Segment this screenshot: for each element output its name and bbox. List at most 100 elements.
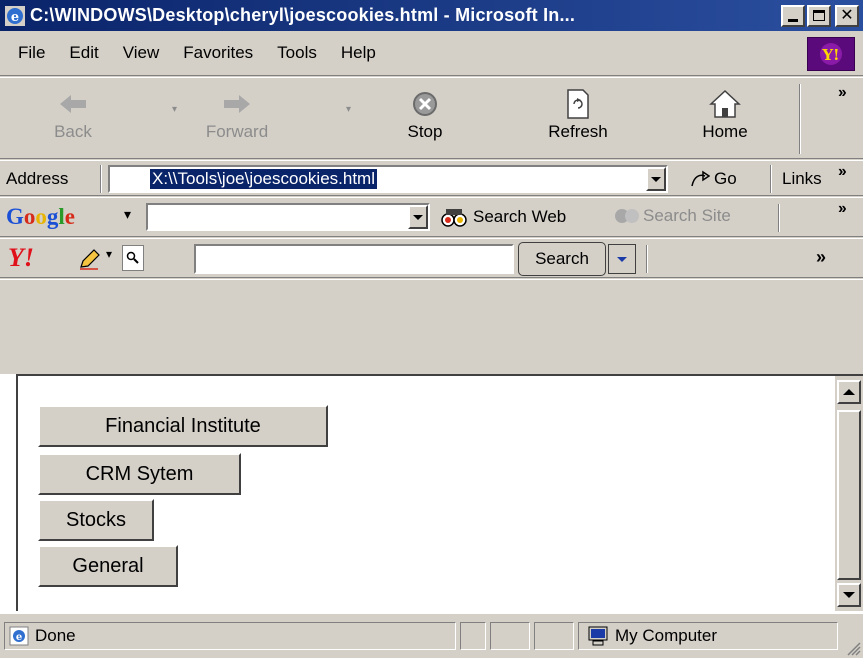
search-web-label: Search Web (473, 207, 567, 226)
menu-file[interactable]: File (18, 43, 45, 63)
yahoo-toolbar: Y! ▾ Search » (0, 238, 863, 278)
close-button[interactable]: ✕ (835, 4, 859, 27)
yahoo-chevron-icon[interactable]: » (816, 247, 826, 268)
svg-text:e: e (16, 632, 22, 643)
address-value: X:\\Tools\joe\joescookies.html (150, 169, 377, 189)
forward-arrow-icon (224, 95, 250, 113)
menu-edit[interactable]: Edit (69, 43, 98, 63)
google-menu-dropdown-icon[interactable]: ▾ (124, 206, 131, 223)
yahoo-search-dropdown[interactable] (608, 244, 636, 274)
ie-icon: e (5, 5, 25, 26)
page-content: Financial Institute CRM Sytem Stocks Gen… (16, 374, 863, 611)
stop-icon (413, 92, 437, 116)
google-logo[interactable]: Google (6, 204, 75, 230)
pencil-icon[interactable] (78, 248, 102, 270)
links-divider (770, 165, 772, 193)
go-arrow-icon (691, 170, 710, 187)
toolbar-chevron-icon[interactable]: ›› (838, 84, 847, 102)
zone-label: My Computer (615, 626, 718, 645)
status-text-pane: e Done (4, 622, 456, 650)
home-label: Home (702, 122, 748, 141)
menu-tools[interactable]: Tools (277, 43, 317, 63)
links-chevron-icon[interactable]: ›› (838, 163, 847, 181)
forward-button[interactable]: Forward (192, 86, 282, 142)
binoculars-icon (441, 209, 467, 227)
status-text: Done (35, 626, 76, 645)
yahoo-search-label: Search (535, 249, 589, 268)
google-divider (778, 204, 780, 232)
yahoo-divider (646, 245, 648, 273)
search-site-icon (615, 209, 639, 223)
back-label: Back (54, 122, 92, 141)
address-label: Address (6, 169, 69, 188)
search-site-button[interactable]: Search Site (614, 206, 731, 226)
title-bar[interactable]: e C:\WINDOWS\Desktop\cheryl\joescookies.… (0, 0, 863, 31)
google-search-dropdown[interactable] (408, 205, 428, 229)
back-button[interactable]: Back (28, 86, 118, 142)
address-divider (100, 165, 102, 193)
back-arrow-icon (60, 95, 86, 113)
google-toolbar: Google ▾ Search Web Search Site ›› (0, 197, 863, 237)
refresh-icon (567, 89, 589, 119)
home-button[interactable]: Home (680, 86, 770, 142)
stop-button[interactable]: Stop (380, 86, 470, 142)
back-dropdown-icon[interactable]: ▾ (172, 104, 177, 115)
chevron-down-icon (413, 214, 423, 220)
svg-text:Y!: Y! (821, 46, 839, 64)
address-input[interactable]: X:\\Tools\joe\joescookies.html (108, 165, 668, 193)
zone-pane: My Computer (578, 622, 838, 650)
maximize-button[interactable] (807, 4, 831, 27)
close-icon: ✕ (840, 6, 854, 24)
chevron-down-icon (651, 176, 661, 182)
minimize-button[interactable] (781, 4, 805, 27)
ie-page-icon: e (9, 626, 29, 646)
stop-label: Stop (407, 122, 443, 141)
menu-help[interactable]: Help (341, 43, 376, 63)
svg-text:e: e (11, 10, 19, 25)
scroll-thumb[interactable] (837, 410, 861, 580)
scroll-down-button[interactable] (837, 583, 861, 607)
minimize-icon (788, 18, 798, 22)
status-pane-2 (490, 622, 530, 650)
general-button[interactable]: General (38, 545, 178, 587)
status-pane-1 (460, 622, 486, 650)
empty-toolbar-band (0, 279, 863, 374)
google-chevron-icon[interactable]: ›› (838, 200, 847, 218)
status-pane-3 (534, 622, 574, 650)
go-label: Go (714, 169, 737, 188)
yahoo-logo-icon: Y! (820, 43, 842, 65)
window-title: C:\WINDOWS\Desktop\cheryl\joescookies.ht… (30, 5, 576, 25)
scroll-up-button[interactable] (837, 380, 861, 404)
toolbar-divider (799, 84, 801, 154)
forward-label: Forward (205, 122, 269, 141)
vertical-scrollbar[interactable] (835, 376, 863, 611)
yahoo-search-input[interactable] (194, 244, 514, 274)
yahoo-search-button[interactable]: Search (518, 242, 606, 276)
financial-institute-button[interactable]: Financial Institute (38, 405, 328, 447)
links-button[interactable]: Links (782, 169, 822, 189)
address-bar: Address X:\\Tools\joe\joescookies.html G… (0, 160, 863, 196)
browser-chrome: File Edit View Favorites Tools Help Y! B… (0, 31, 863, 374)
crm-system-button[interactable]: CRM Sytem (38, 453, 241, 495)
resize-grip-icon[interactable] (845, 640, 861, 656)
yahoo-search-selector[interactable] (122, 245, 144, 271)
standard-toolbar: Back ▾ Forward ▾ Stop Refresh Home ›› (0, 77, 863, 159)
yahoo-y-logo[interactable]: Y! (8, 243, 34, 273)
maximize-icon (813, 10, 825, 21)
address-dropdown-button[interactable] (646, 167, 666, 191)
magnifier-icon (126, 251, 139, 264)
menu-favorites[interactable]: Favorites (183, 43, 253, 63)
chevron-up-icon (843, 389, 855, 395)
menu-view[interactable]: View (123, 43, 160, 63)
go-button[interactable]: Go (690, 165, 737, 193)
yahoo-brand-logo[interactable]: Y! (807, 37, 855, 71)
menu-bar: File Edit View Favorites Tools Help Y! (0, 31, 863, 76)
refresh-label: Refresh (548, 122, 608, 141)
pencil-dropdown-icon[interactable]: ▾ (106, 247, 112, 261)
forward-dropdown-icon[interactable]: ▾ (346, 104, 351, 115)
google-search-input[interactable] (146, 203, 430, 231)
computer-icon (588, 626, 608, 646)
refresh-button[interactable]: Refresh (533, 86, 623, 142)
stocks-button[interactable]: Stocks (38, 499, 154, 541)
search-web-button[interactable]: Search Web (440, 206, 566, 228)
